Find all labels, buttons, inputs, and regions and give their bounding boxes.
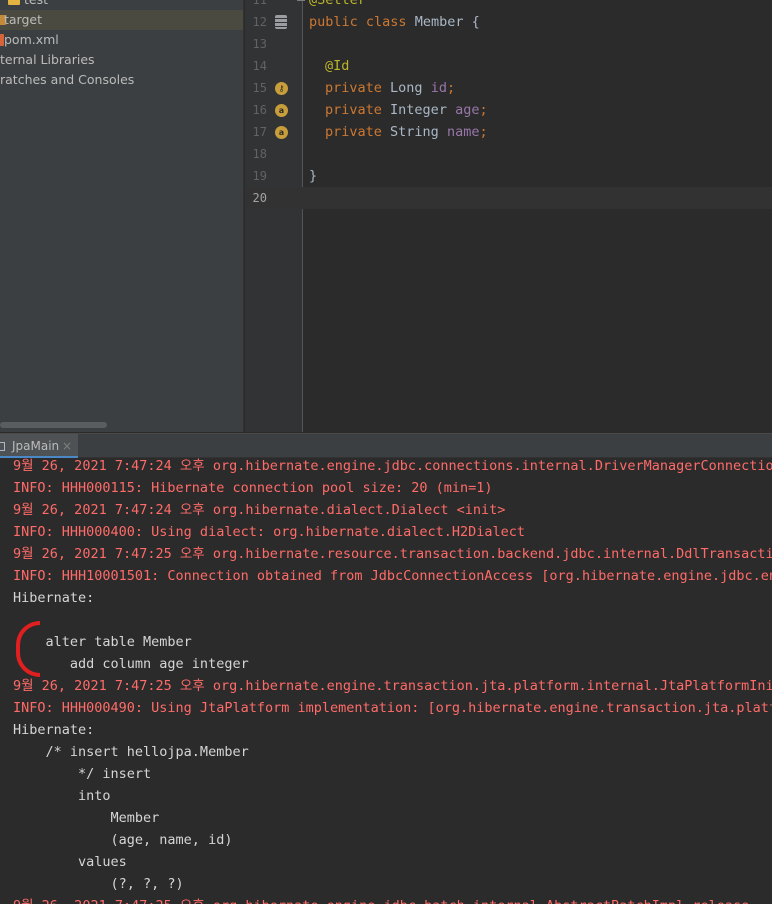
field-icon[interactable]: a [275, 104, 288, 117]
tree-item-test[interactable]: test [0, 0, 243, 10]
keyword: public class [309, 14, 407, 30]
code-line: 17 a private String name; [245, 121, 772, 143]
field-name: name [446, 124, 480, 140]
type-name: String [390, 124, 439, 140]
tab-jpamain[interactable]: JpaMain × [0, 434, 78, 459]
console-line: INFO: HHH000490: Using JtaPlatform imple… [13, 700, 772, 716]
console-line: 9월 26, 2021 7:47:24 오후 org.hibernate.dia… [13, 502, 506, 518]
field-declaration: private Long id; [325, 80, 456, 96]
close-icon[interactable]: × [62, 439, 72, 453]
horizontal-scrollbar[interactable] [0, 422, 107, 428]
class-name: Member { [414, 14, 480, 30]
field-declaration: private String name; [325, 124, 488, 140]
console-line: Hibernate: [13, 722, 95, 738]
line-number: 19 [252, 169, 267, 183]
field-name: age [455, 102, 480, 118]
console-line: 9월 26, 2021 7:47:25 오후 org.hibernate.eng… [13, 895, 749, 904]
code-line: 14 @Id [245, 55, 772, 77]
tree-item-label: pom.xml [4, 32, 59, 47]
console-line: */ insert [13, 766, 152, 782]
keyword: private [325, 80, 382, 96]
project-tree[interactable]: test target pom.xml ternal Libraries rat… [0, 0, 244, 432]
console-line: into [13, 788, 111, 804]
run-tool-window-header: JpaMain × [0, 433, 772, 459]
database-entity-icon[interactable] [275, 15, 287, 29]
line-number: 18 [252, 147, 267, 161]
field-declaration: private Integer age; [325, 102, 488, 118]
console-line: Hibernate: [13, 590, 95, 606]
run-config-icon [0, 442, 5, 451]
console-line: INFO: HHH000115: Hibernate connection po… [13, 480, 493, 496]
closing-brace: } [309, 168, 318, 184]
line-number: 13 [252, 37, 267, 51]
line-number: 12 [252, 15, 267, 29]
line-number: 15 [252, 81, 267, 95]
code-line: 11 @Setter [245, 0, 772, 11]
console-line: 9월 26, 2021 7:47:25 오후 org.hibernate.res… [13, 546, 772, 562]
tree-item-label: ternal Libraries [0, 52, 95, 67]
console-line: /* insert hellojpa.Member [13, 744, 249, 760]
console-line: Member [13, 810, 160, 826]
type-name: Long [390, 80, 423, 96]
tree-item-pom-xml[interactable]: pom.xml [0, 30, 243, 50]
code-line: 13 [245, 33, 772, 55]
keyword: private [325, 124, 382, 140]
line-number: 14 [252, 59, 267, 73]
class-declaration: public class Member { [309, 11, 480, 33]
code-line: 16 a private Integer age; [245, 99, 772, 121]
tree-item-target[interactable]: target [0, 10, 243, 30]
line-number: 20 [252, 191, 267, 205]
fold-icon[interactable] [297, 0, 305, 1]
tree-item-external-libraries[interactable]: ternal Libraries [0, 50, 243, 70]
code-line: 12 public class Member { [245, 11, 772, 33]
tree-item-label: test [24, 0, 48, 10]
console-line: values [13, 854, 127, 870]
field-name: id [430, 80, 447, 96]
tree-item-scratches-and-consoles[interactable]: ratches and Consoles [0, 70, 243, 90]
console-line: (?, ?, ?) [13, 876, 184, 892]
code-line: 18 [245, 143, 772, 165]
line-number: 16 [252, 103, 267, 117]
key-field-icon[interactable]: ⚷ [275, 82, 288, 95]
tree-item-label: ratches and Consoles [0, 72, 135, 87]
line-number: 11 [252, 0, 267, 7]
console-line: INFO: HHH10001501: Connection obtained f… [13, 568, 772, 584]
code-line: 19 } [245, 165, 772, 187]
console-line: INFO: HHH000400: Using dialect: org.hibe… [13, 524, 526, 540]
console-line: 9월 26, 2021 7:47:24 오후 org.hibernate.eng… [13, 458, 772, 474]
code-line: 15 ⚷ private Long id; [245, 77, 772, 99]
console-line: add column age integer [13, 656, 249, 672]
annotation-id: @Id [325, 58, 350, 74]
console-line: 9월 26, 2021 7:47:25 오후 org.hibernate.eng… [13, 678, 772, 694]
annotation-setter: @Setter [309, 0, 366, 8]
console-output[interactable]: 9월 26, 2021 7:47:24 오후 org.hibernate.eng… [0, 458, 772, 904]
field-icon[interactable]: a [275, 126, 288, 139]
type-name: Integer [390, 102, 447, 118]
folder-icon [8, 0, 20, 5]
code-line-current[interactable]: 20 [245, 187, 772, 209]
tree-item-label: target [4, 12, 43, 27]
line-number: 17 [252, 125, 267, 139]
console-line: (age, name, id) [13, 832, 233, 848]
keyword: private [325, 102, 382, 118]
code-editor[interactable]: 11 @Setter 12 public class Member { 13 1… [245, 0, 772, 432]
tab-label: JpaMain [12, 439, 60, 453]
